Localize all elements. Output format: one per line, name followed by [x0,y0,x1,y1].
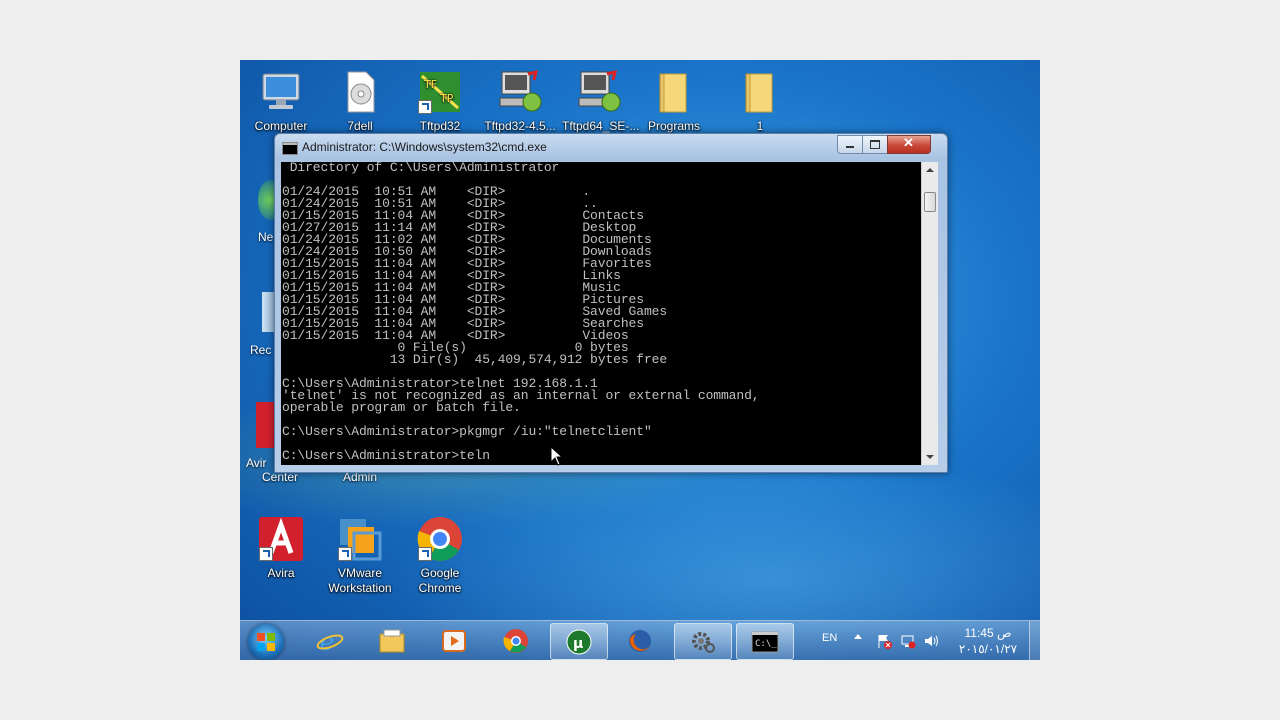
network-computer-icon [578,69,621,112]
svg-text:C:\_: C:\_ [755,639,777,649]
console-text: Directory of C:\Users\Administrator 01/2… [282,162,760,463]
desktop-icon-label: 7dell [347,119,373,133]
svg-text:TF: TF [423,78,437,91]
desktop-icon-tftpd32[interactable]: TF TP Tftpd32 [403,68,477,134]
taskbar-utorrent[interactable]: µ [550,623,608,660]
ie-icon: e [316,628,344,654]
show-desktop-button[interactable] [1029,621,1040,660]
scroll-up-icon[interactable] [926,168,934,172]
desktop-icon-label: Tftpd32 [419,119,461,133]
media-player-icon [442,630,466,652]
desktop-icon-label: Programs [647,119,700,133]
clock-time[interactable]: ص 11:45 [952,626,1024,640]
desktop-icon-vmware[interactable]: VMware Workstation [323,515,397,596]
network-partial-label: Ne [258,230,274,244]
settings-icon [692,632,715,653]
desktop-icon-label: Computer [254,119,308,133]
folder-icon [745,73,773,113]
window-title: Administrator: C:\Windows\system32\cmd.e… [302,140,547,154]
desktop-icon-chrome[interactable]: Google Chrome [403,515,477,596]
desktop-icon-label: Tftpd32-4.5... [484,119,556,133]
action-center-flag-icon[interactable] [876,633,892,649]
minimize-button[interactable] [837,135,863,154]
desktop-screen: Computer 7dell TF TP Tftpd32 Tftpd32-4.5.… [240,60,1040,660]
desktop-icon-7dell[interactable]: 7dell [323,68,397,134]
volume-icon[interactable] [923,633,939,649]
desktop-icon-computer[interactable]: Computer [244,68,318,134]
maximize-button[interactable] [862,135,888,154]
desktop-icon-tftpd64[interactable]: Tftpd64_SE-... [562,68,640,134]
taskbar-cmd[interactable]: C:\_ [736,623,794,660]
taskbar: e µ C:\_ EN ص 11:45 ٢٠١٥/٠١/٢٧ [240,620,1040,660]
utorrent-icon: µ [566,629,592,655]
svg-text:TP: TP [439,92,454,105]
shortcut-arrow-icon [259,547,273,561]
shortcut-arrow-icon [418,100,432,114]
desktop-icon-label: Tftpd64_SE-... [562,119,640,133]
folder-icon [659,73,687,113]
chrome-icon [503,629,528,653]
taskbar-chrome[interactable] [488,623,544,658]
taskbar-ie[interactable]: e [302,623,358,658]
shortcut-arrow-icon [418,547,432,561]
language-indicator[interactable]: EN [822,632,837,644]
network-computer-icon [499,69,542,112]
window-titlebar[interactable]: Administrator: C:\Windows\system32\cmd.e… [275,134,947,160]
avira-partial-label: Avir [246,456,267,470]
disc-file-icon [347,71,375,113]
desktop-icon-label: Google Chrome [418,566,462,595]
computer-icon [262,73,300,109]
desktop-icon-label: 1 [756,119,764,133]
desktop-icon-1[interactable]: 1 [723,68,797,134]
vertical-scrollbar[interactable] [921,162,938,465]
network-status-icon[interactable] [900,633,916,649]
taskbar-explorer[interactable] [364,623,420,658]
avira-center-icon[interactable] [256,402,276,448]
explorer-icon [379,629,405,653]
windows-logo-icon [257,633,275,651]
close-button[interactable]: ✕ [887,135,931,154]
shortcut-arrow-icon [338,547,352,561]
close-icon: ✕ [903,135,914,150]
desktop-icon-avira[interactable]: Avira [244,515,318,581]
recycle-partial-label: Rec [250,343,272,357]
cmd-window-icon [282,142,298,155]
taskbar-media-player[interactable] [426,623,482,658]
firefox-icon [629,630,651,652]
taskbar-firefox[interactable] [612,623,668,658]
clock-date[interactable]: ٢٠١٥/٠١/٢٧ [952,642,1024,656]
scroll-thumb[interactable] [924,192,936,212]
desktop-icon-tftpd32-45[interactable]: Tftpd32-4.5... [483,68,557,134]
cmd-window[interactable]: Administrator: C:\Windows\system32\cmd.e… [274,133,948,473]
desktop-icon-label: Avira [267,566,295,580]
cmd-icon: C:\_ [751,631,779,653]
console-output[interactable]: Directory of C:\Users\Administrator 01/2… [281,162,921,465]
taskbar-settings[interactable] [674,623,732,660]
start-button[interactable] [248,624,284,660]
mouse-cursor-icon [550,446,564,466]
scroll-down-icon[interactable] [926,455,934,459]
svg-text:µ: µ [573,636,583,652]
show-hidden-icons-icon[interactable] [854,634,862,639]
desktop-icon-label: VMware Workstation [328,566,392,595]
desktop-icon-programs[interactable]: Programs [637,68,711,134]
